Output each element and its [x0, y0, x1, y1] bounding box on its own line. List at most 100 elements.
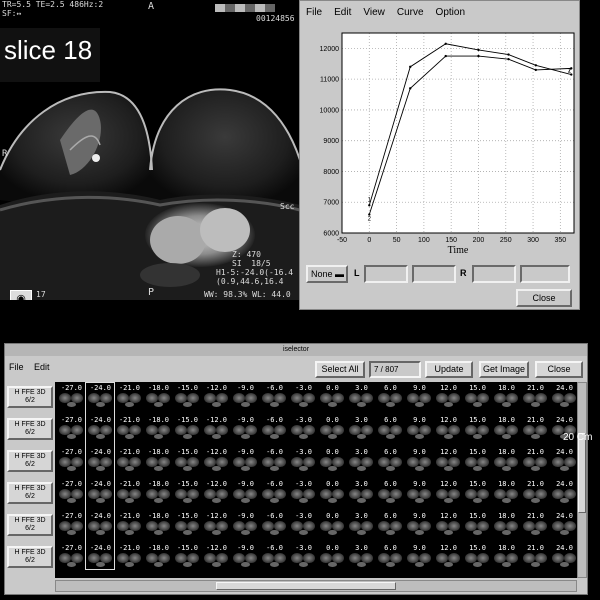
- menu-option[interactable]: Option: [436, 7, 465, 18]
- menu-view[interactable]: View: [363, 7, 385, 18]
- l-field-2[interactable]: [412, 265, 456, 283]
- thumbnail-cell[interactable]: -18.0: [144, 480, 173, 511]
- thumbnail-cell[interactable]: -12.0: [202, 448, 231, 479]
- thumbnail-cell[interactable]: 6.0: [376, 448, 405, 479]
- thumbnail-cell[interactable]: 3.0: [347, 512, 376, 543]
- thumbnail-cell[interactable]: -18.0: [144, 512, 173, 543]
- thumbnail-cell[interactable]: -3.0: [289, 512, 318, 543]
- thumbnail-cell[interactable]: -6.0: [260, 416, 289, 447]
- thumbnail-cell[interactable]: -3.0: [289, 416, 318, 447]
- series-button-0[interactable]: H FFE 3D 6/2: [7, 386, 53, 408]
- thumbnail-cell[interactable]: -27.0: [57, 512, 86, 543]
- thumbnail-cell[interactable]: 9.0: [405, 544, 434, 575]
- menu-curve[interactable]: Curve: [397, 7, 424, 18]
- thumbnail-cell[interactable]: -21.0: [115, 384, 144, 415]
- thumbnail-cell[interactable]: -3.0: [289, 448, 318, 479]
- thumbnail-cell[interactable]: -3.0: [289, 384, 318, 415]
- thumbnail-cell[interactable]: -9.0: [231, 512, 260, 543]
- thumbnail-cell[interactable]: -6.0: [260, 480, 289, 511]
- thumbnail-cell[interactable]: 21.0: [521, 512, 550, 543]
- thumbnail-cell[interactable]: 21.0: [521, 480, 550, 511]
- thumbnail-cell[interactable]: -6.0: [260, 448, 289, 479]
- thumbnail-cell[interactable]: 9.0: [405, 512, 434, 543]
- r-field-1[interactable]: [472, 265, 516, 283]
- thumbnail-cell[interactable]: -27.0: [57, 448, 86, 479]
- series-button-5[interactable]: H FFE 3D 6/2: [7, 546, 53, 568]
- get-image-button[interactable]: Get Image: [479, 361, 529, 378]
- camera-icon[interactable]: ◉: [10, 290, 32, 300]
- thumbnail-cell[interactable]: 18.0: [492, 512, 521, 543]
- thumbnail-cell[interactable]: 18.0: [492, 544, 521, 575]
- thumbnail-cell[interactable]: 12.0: [434, 384, 463, 415]
- thumbnail-cell[interactable]: 12.0: [434, 544, 463, 575]
- thumbnail-cell[interactable]: -27.0: [57, 544, 86, 575]
- vertical-scroll-thumb[interactable]: [578, 433, 586, 513]
- thumbnail-cell[interactable]: 15.0: [463, 480, 492, 511]
- thumbnail-cell[interactable]: -3.0: [289, 544, 318, 575]
- thumbnail-cell[interactable]: 3.0: [347, 544, 376, 575]
- thumbnail-cell[interactable]: -21.0: [115, 544, 144, 575]
- thumbnail-cell[interactable]: 0.0: [318, 448, 347, 479]
- vertical-scrollbar[interactable]: [577, 382, 587, 578]
- thumbnail-cell[interactable]: -27.0: [57, 480, 86, 511]
- thumbnail-cell[interactable]: 12.0: [434, 448, 463, 479]
- thumbnail-cell[interactable]: -9.0: [231, 480, 260, 511]
- thumbnail-cell[interactable]: 18.0: [492, 384, 521, 415]
- menu-file[interactable]: File: [306, 7, 322, 18]
- thumbnail-cell[interactable]: -18.0: [144, 448, 173, 479]
- series-button-1[interactable]: H FFE 3D 6/2: [7, 418, 53, 440]
- thumbnail-cell[interactable]: -15.0: [173, 544, 202, 575]
- thumbnail-cell[interactable]: -21.0: [115, 448, 144, 479]
- thumbnail-cell[interactable]: 9.0: [405, 416, 434, 447]
- thumbnail-cell[interactable]: -9.0: [231, 384, 260, 415]
- thumbnail-cell[interactable]: -12.0: [202, 544, 231, 575]
- thumbnail-cell[interactable]: 15.0: [463, 416, 492, 447]
- thumbnail-cell[interactable]: -6.0: [260, 544, 289, 575]
- thumbnail-cell[interactable]: -18.0: [144, 384, 173, 415]
- thumbnail-cell[interactable]: 18.0: [492, 448, 521, 479]
- thumbnail-cell[interactable]: -18.0: [144, 416, 173, 447]
- thumbnail-cell[interactable]: 9.0: [405, 384, 434, 415]
- thumbnail-cell[interactable]: 12.0: [434, 416, 463, 447]
- thumbnail-cell[interactable]: 21.0: [521, 544, 550, 575]
- thumbnail-cell[interactable]: 9.0: [405, 448, 434, 479]
- thumbnail-cell[interactable]: 15.0: [463, 544, 492, 575]
- thumbnail-cell[interactable]: 3.0: [347, 480, 376, 511]
- thumbnail-cell[interactable]: 3.0: [347, 416, 376, 447]
- select-all-button[interactable]: Select All: [315, 361, 365, 378]
- thumbnail-cell[interactable]: 0.0: [318, 384, 347, 415]
- thumbnail-cell[interactable]: 12.0: [434, 512, 463, 543]
- thumbnail-cell[interactable]: 0.0: [318, 480, 347, 511]
- thumbnail-cell[interactable]: 24.0: [550, 384, 577, 415]
- mri-viewer[interactable]: TR=5.5 TE=2.5 486Hz:2 SF:↔ A P R 0012485…: [0, 0, 300, 300]
- thumbnail-cell[interactable]: -15.0: [173, 448, 202, 479]
- thumbnail-cell[interactable]: -9.0: [231, 416, 260, 447]
- iselector-menu-edit[interactable]: Edit: [34, 362, 50, 372]
- thumbnail-cell[interactable]: -15.0: [173, 512, 202, 543]
- thumbnail-cell[interactable]: 15.0: [463, 448, 492, 479]
- thumbnail-cell[interactable]: 24.0: [550, 480, 577, 511]
- iselector-close-button[interactable]: Close: [535, 361, 583, 378]
- thumbnail-cell[interactable]: 18.0: [492, 480, 521, 511]
- thumbnail-cell[interactable]: 9.0: [405, 480, 434, 511]
- thumbnail-cell[interactable]: -27.0: [57, 416, 86, 447]
- series-button-4[interactable]: H FFE 3D 6/2: [7, 514, 53, 536]
- thumbnail-cell[interactable]: 0.0: [318, 544, 347, 575]
- thumbnail-cell[interactable]: 0.0: [318, 512, 347, 543]
- thumbnail-cell[interactable]: 15.0: [463, 384, 492, 415]
- l-field-1[interactable]: [364, 265, 408, 283]
- thumbnail-cell[interactable]: 24.0: [550, 512, 577, 543]
- thumbnail-cell[interactable]: -12.0: [202, 416, 231, 447]
- thumbnail-cell[interactable]: 0.0: [318, 416, 347, 447]
- thumbnail-cell[interactable]: -3.0: [289, 480, 318, 511]
- thumbnail-cell[interactable]: -15.0: [173, 480, 202, 511]
- thumbnail-cell[interactable]: -9.0: [231, 448, 260, 479]
- thumbnail-cell[interactable]: 3.0: [347, 384, 376, 415]
- horizontal-scrollbar[interactable]: [55, 580, 577, 592]
- thumbnail-cell[interactable]: -6.0: [260, 384, 289, 415]
- thumbnail-cell[interactable]: 3.0: [347, 448, 376, 479]
- thumbnail-cell[interactable]: 6.0: [376, 480, 405, 511]
- thumbnail-cell[interactable]: -18.0: [144, 544, 173, 575]
- thumbnail-cell[interactable]: -9.0: [231, 544, 260, 575]
- thumbnail-cell[interactable]: -21.0: [115, 480, 144, 511]
